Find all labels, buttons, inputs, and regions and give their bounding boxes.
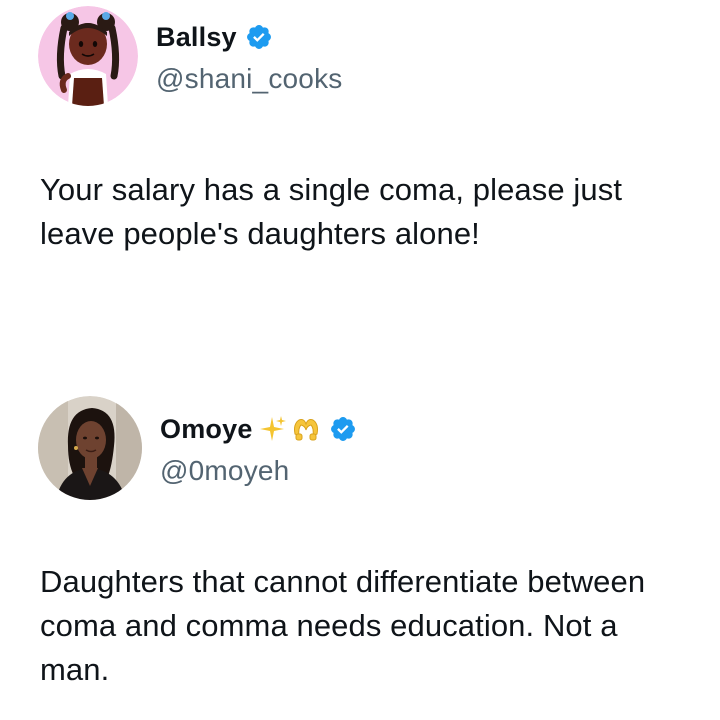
- tweet-text: Daughters that cannot differentiate betw…: [40, 564, 646, 687]
- verified-badge-icon: [245, 23, 273, 51]
- tweet-header: Ballsy @shani_cooks: [38, 6, 342, 106]
- display-name[interactable]: Ballsy: [156, 22, 237, 53]
- tweet-text: Your salary has a single coma, please ju…: [40, 172, 623, 251]
- user-handle[interactable]: @0moyeh: [160, 455, 357, 487]
- name-row: Omoye: [160, 409, 357, 449]
- verified-badge-icon: [329, 415, 357, 443]
- display-name[interactable]: Omoye: [160, 414, 253, 445]
- sparkles-icon: [257, 414, 287, 444]
- tweet-card[interactable]: Omoye @0moyeh Daughters that cannot diff…: [0, 392, 720, 720]
- user-names: Omoye @0moyeh: [160, 409, 357, 487]
- tweet-card[interactable]: Ballsy @shani_cooks Your salary has a si…: [0, 0, 720, 340]
- user-names: Ballsy @shani_cooks: [156, 17, 342, 95]
- avatar[interactable]: [38, 6, 138, 106]
- cartoon-girl-avatar-icon: [38, 6, 138, 106]
- user-handle[interactable]: @shani_cooks: [156, 63, 342, 95]
- tweet-header: Omoye @0moyeh: [38, 396, 357, 500]
- heart-hands-icon: [291, 414, 321, 444]
- woman-photo-avatar-icon: [38, 396, 142, 500]
- avatar[interactable]: [38, 396, 142, 500]
- name-row: Ballsy: [156, 17, 342, 57]
